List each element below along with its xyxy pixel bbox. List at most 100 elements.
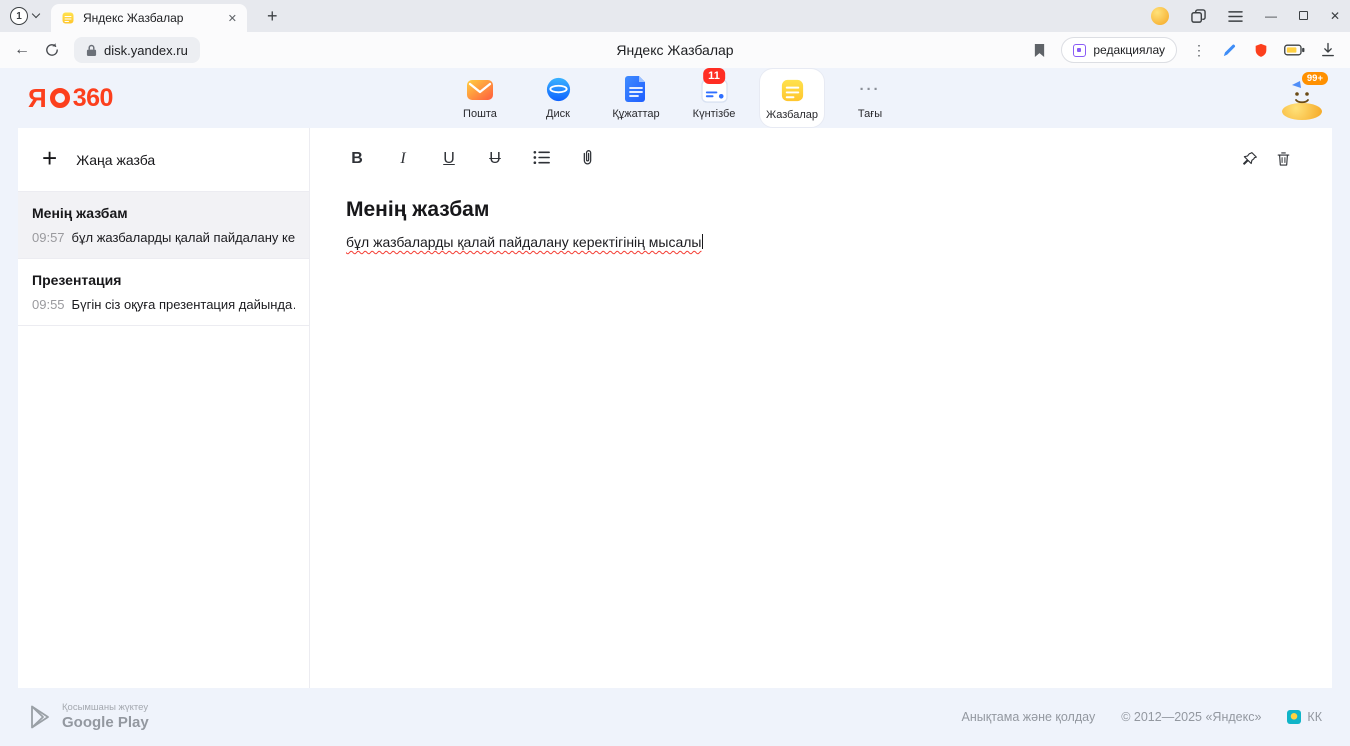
note-item-time: 09:55 <box>32 297 65 312</box>
browser-tab[interactable]: Яндекс Жазбалар ✕ <box>51 4 247 32</box>
service-label: Күнтізбе <box>693 108 736 120</box>
service-more[interactable]: ··· Тағы <box>837 68 903 126</box>
calendar-icon: 11 <box>700 75 728 103</box>
editor-toolbar: B I U U <box>346 142 1292 176</box>
page-title: Яндекс Жазбалар <box>360 42 990 58</box>
notes-sidebar: + Жаңа жазба Менің жазбам 09:57 бұл жазб… <box>18 128 310 688</box>
documents-icon <box>622 75 650 103</box>
notes-main-panel: + Жаңа жазба Менің жазбам 09:57 бұл жазб… <box>18 128 1332 688</box>
note-list-item[interactable]: Презентация 09:55 Бүгін сіз оқуға презен… <box>18 259 309 326</box>
tab-list-button[interactable]: 1 <box>10 7 39 25</box>
disk-icon <box>544 75 572 103</box>
language-flag-icon <box>1287 710 1301 724</box>
browser-address-bar: ← disk.yandex.ru Яндекс Жазбалар редакци… <box>0 32 1350 68</box>
pencil-icon[interactable] <box>1221 42 1238 59</box>
mail-icon <box>466 75 494 103</box>
lock-icon <box>86 44 97 57</box>
logo-360-text: 360 <box>73 86 113 111</box>
calendar-badge: 11 <box>703 68 725 84</box>
more-options-icon[interactable]: ⋮ <box>1192 42 1206 59</box>
edit-button-label: редакциялау <box>1093 43 1165 57</box>
protect-shield-icon[interactable] <box>1253 42 1269 59</box>
note-item-title: Презентация <box>32 272 295 288</box>
service-label: Пошта <box>463 108 497 120</box>
note-title-field[interactable]: Менің жазбам <box>346 198 1292 222</box>
note-item-preview: бұл жазбаларды қалай пайдалану ке… <box>72 230 295 245</box>
service-switcher: Пошта Диск Құжаттар 11 Күнтізбе <box>447 68 903 128</box>
logo-ya-letter: Я <box>28 85 47 111</box>
maximize-icon <box>1299 11 1308 20</box>
underline-button[interactable]: U <box>438 151 460 167</box>
note-body-field[interactable]: бұл жазбаларды қалай пайдалану керектігі… <box>346 234 1292 250</box>
tab-groups-icon[interactable] <box>1191 9 1206 24</box>
download-app-hint: Қосымшаны жүктеу <box>62 702 149 713</box>
note-item-time: 09:57 <box>32 230 65 245</box>
service-docs[interactable]: Құжаттар <box>603 68 669 126</box>
google-play-link[interactable]: Қосымшаны жүктеу Google Play <box>28 702 149 731</box>
footer-right: Анықтама және қолдау © 2012—2025 «Яндекс… <box>962 710 1322 724</box>
service-label: Диск <box>546 108 570 120</box>
window-close-button[interactable]: ✕ <box>1330 10 1340 22</box>
language-switcher[interactable]: КК <box>1287 710 1322 724</box>
attach-file-button[interactable] <box>576 148 598 171</box>
google-play-label: Google Play <box>62 714 149 732</box>
download-icon[interactable] <box>1320 42 1336 58</box>
service-mail[interactable]: Пошта <box>447 68 513 126</box>
bullet-list-button[interactable] <box>530 148 552 171</box>
plus-icon: + <box>42 145 57 171</box>
app-header: Я 360 Пошта Диск Құжаттар <box>0 68 1350 128</box>
addressbar-right-controls: редакциялау ⋮ <box>1033 37 1336 63</box>
avatar-image <box>1282 103 1322 120</box>
new-note-button[interactable]: + Жаңа жазба <box>18 128 309 192</box>
yandex-notes-app: Я 360 Пошта Диск Құжаттар <box>0 68 1350 746</box>
editor-toolbar-right <box>1241 150 1292 168</box>
notification-badge: 99+ <box>1300 70 1330 88</box>
tab-count-badge: 1 <box>10 7 28 25</box>
window-minimize-button[interactable]: — <box>1265 10 1277 22</box>
delete-note-button[interactable] <box>1275 150 1292 168</box>
new-note-label: Жаңа жазба <box>76 152 155 168</box>
bold-button[interactable]: B <box>346 151 368 167</box>
notes-icon <box>778 76 806 104</box>
service-calendar[interactable]: 11 Күнтізбе <box>681 68 747 126</box>
language-code: КК <box>1307 710 1322 724</box>
more-services-icon: ··· <box>860 75 881 103</box>
url-text: disk.yandex.ru <box>104 43 188 58</box>
tab-close-icon[interactable]: ✕ <box>228 12 237 25</box>
logo-ring-icon <box>50 88 70 108</box>
tabstrip-right-controls: — ✕ <box>1151 7 1340 25</box>
note-list-item[interactable]: Менің жазбам 09:57 бұл жазбаларды қалай … <box>18 192 309 259</box>
new-tab-button[interactable]: + <box>261 6 284 26</box>
user-avatar[interactable]: 99+ <box>1282 76 1322 121</box>
battery-icon[interactable] <box>1284 44 1305 56</box>
back-button[interactable]: ← <box>14 42 30 58</box>
copyright-text: © 2012—2025 «Яндекс» <box>1121 710 1261 724</box>
notes-favicon-icon <box>61 11 75 25</box>
note-item-preview: Бүгін сіз оқуға презентация дайында… <box>72 297 295 312</box>
note-body-text: бұл жазбаларды қалай пайдалану керектігі… <box>346 234 701 250</box>
service-label: Жазбалар <box>766 109 818 121</box>
reload-button[interactable] <box>44 42 60 58</box>
service-label: Құжаттар <box>612 108 659 120</box>
url-field[interactable]: disk.yandex.ru <box>74 37 200 63</box>
tab-title: Яндекс Жазбалар <box>83 11 220 25</box>
pin-note-button[interactable] <box>1241 150 1259 168</box>
service-disk[interactable]: Диск <box>525 68 591 126</box>
note-item-title: Менің жазбам <box>32 205 295 221</box>
bookmark-icon[interactable] <box>1033 43 1046 58</box>
help-link[interactable]: Анықтама және қолдау <box>962 710 1096 724</box>
google-play-icon <box>28 704 52 730</box>
italic-button[interactable]: I <box>392 151 414 167</box>
edit-badge-icon <box>1073 44 1086 57</box>
service-notes[interactable]: Жазбалар <box>759 68 825 128</box>
app-footer: Қосымшаны жүктеу Google Play Анықтама жә… <box>0 688 1350 746</box>
strikethrough-button[interactable]: U <box>484 151 506 167</box>
service-label: Тағы <box>858 108 882 120</box>
edit-mode-button[interactable]: редакциялау <box>1061 37 1177 63</box>
profile-avatar-mini[interactable] <box>1151 7 1169 25</box>
menu-icon[interactable] <box>1228 10 1243 23</box>
window-maximize-button[interactable] <box>1299 10 1308 22</box>
yandex-360-logo[interactable]: Я 360 <box>28 85 113 111</box>
text-cursor <box>702 234 703 249</box>
chevron-down-icon <box>32 10 40 18</box>
